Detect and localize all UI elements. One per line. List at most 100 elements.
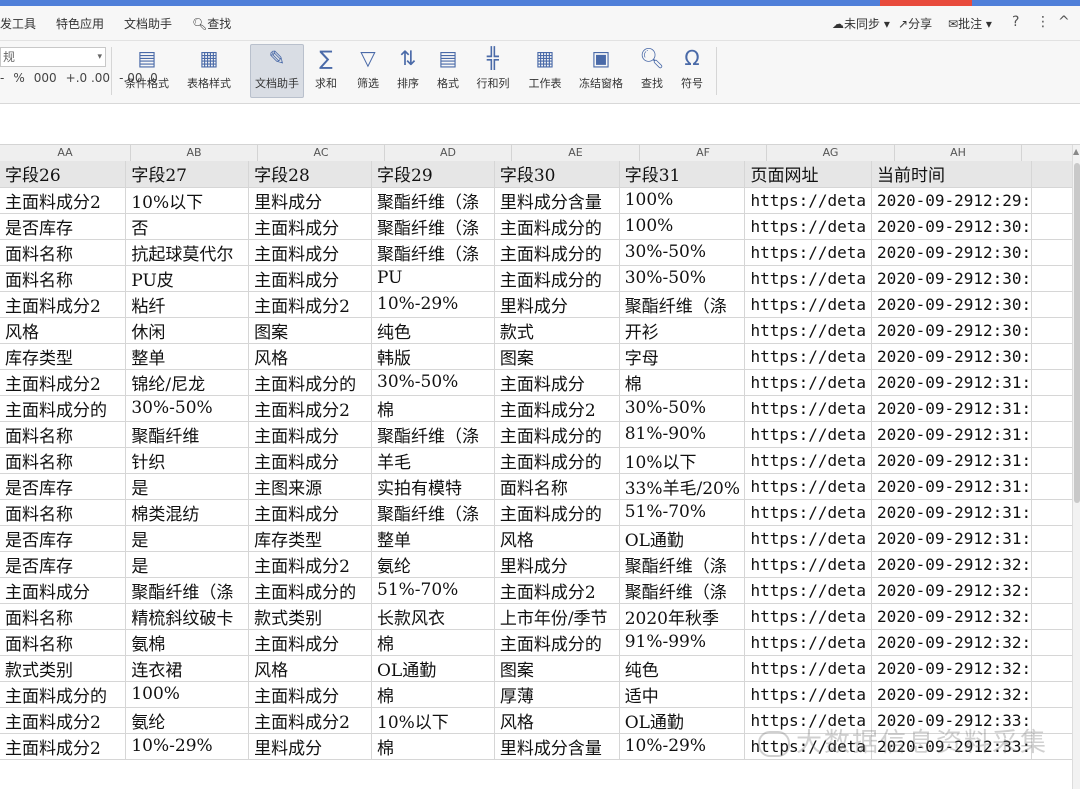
table-cell[interactable]: 2020-09-2912:31: (871, 473, 1033, 500)
find-button[interactable]: 🔍︎ 查找 (634, 45, 670, 91)
table-cell[interactable]: 主面料成分的 (0, 395, 127, 422)
empty-cell[interactable] (1031, 343, 1072, 370)
table-cell[interactable]: 里料成分含量 (494, 733, 620, 760)
table-cell[interactable]: https://deta (744, 525, 873, 552)
table-cell[interactable]: 字母 (619, 343, 746, 370)
table-cell[interactable]: https://deta (744, 499, 873, 526)
table-cell[interactable]: 风格 (494, 525, 620, 552)
table-cell[interactable]: 51%-70% (371, 577, 495, 604)
table-cell[interactable]: 30%-50% (125, 395, 250, 422)
table-cell[interactable]: 2020-09-2912:31: (871, 395, 1033, 422)
table-cell[interactable]: 100% (619, 187, 746, 214)
symbol-button[interactable]: Ω 符号 (674, 45, 710, 91)
column-letter-header[interactable]: AA (0, 145, 131, 161)
conditional-format-button[interactable]: ▤ 条件格式 (118, 45, 176, 91)
empty-cell[interactable] (1031, 369, 1072, 396)
table-cell[interactable]: 33%羊毛/20% (619, 473, 746, 500)
table-cell[interactable]: 2020-09-2912:32: (871, 655, 1033, 682)
table-cell[interactable]: 面料名称 (0, 239, 127, 266)
table-cell[interactable]: 主面料成分2 (0, 187, 127, 214)
table-cell[interactable]: 10%-29% (125, 733, 250, 760)
field-header-cell[interactable]: 当前时间 (871, 161, 1033, 188)
empty-cell[interactable] (1031, 447, 1072, 474)
table-cell[interactable]: 主面料成分 (248, 499, 372, 526)
table-cell[interactable]: 主面料成分的 (494, 499, 620, 526)
table-cell[interactable]: https://deta (744, 291, 873, 318)
table-cell[interactable]: 主面料成分的 (0, 681, 127, 708)
table-cell[interactable]: https://deta (744, 629, 873, 656)
column-letter-header[interactable]: AC (258, 145, 385, 161)
menu-search[interactable]: 🔍︎查找 (192, 15, 231, 32)
column-letter-header[interactable]: AG (767, 145, 895, 161)
table-cell[interactable]: 图案 (248, 317, 372, 344)
table-cell[interactable]: https://deta (744, 395, 873, 422)
currency-dropdown[interactable]: - (0, 71, 4, 85)
table-cell[interactable]: 2020-09-2912:29: (871, 187, 1033, 214)
table-cell[interactable]: 10%-29% (619, 733, 746, 760)
table-cell[interactable]: 锦纶/尼龙 (125, 369, 250, 396)
table-cell[interactable]: https://deta (744, 603, 873, 630)
table-cell[interactable]: 是否库存 (0, 213, 127, 240)
table-cell[interactable]: 聚酯纤维（涤 (619, 291, 746, 318)
table-cell[interactable]: 主图来源 (248, 473, 372, 500)
table-cell[interactable]: 2020-09-2912:30: (871, 343, 1033, 370)
table-cell[interactable]: https://deta (744, 577, 873, 604)
field-header-cell[interactable]: 字段30 (494, 161, 620, 188)
table-cell[interactable]: 2020-09-2912:30: (871, 317, 1033, 344)
table-cell[interactable]: 10%以下 (371, 707, 495, 734)
table-cell[interactable]: 主面料成分 (248, 629, 372, 656)
table-cell[interactable]: 主面料成分 (494, 369, 620, 396)
empty-cell[interactable] (1031, 317, 1072, 344)
menu-item-special-apps[interactable]: 特色应用 (56, 15, 104, 32)
table-cell[interactable]: 主面料成分2 (494, 577, 620, 604)
column-letter-header[interactable]: AB (131, 145, 258, 161)
table-cell[interactable]: 2020-09-2912:31: (871, 525, 1033, 552)
table-cell[interactable]: 30%-50% (619, 239, 746, 266)
sort-button[interactable]: ⇅ 排序 (390, 45, 426, 91)
table-cell[interactable]: 风格 (494, 707, 620, 734)
empty-cell[interactable] (1031, 655, 1072, 682)
comment-button[interactable]: ✉批注 ▾ (948, 15, 992, 32)
column-letter-header[interactable]: AE (512, 145, 640, 161)
table-cell[interactable]: 粘纤 (125, 291, 250, 318)
table-cell[interactable]: 连衣裙 (125, 655, 250, 682)
freeze-panes-button[interactable]: ▣ 冻结窗格 (574, 45, 628, 91)
table-cell[interactable]: https://deta (744, 447, 873, 474)
number-format-select[interactable]: 规 ▾ (0, 47, 106, 67)
table-cell[interactable]: 2020-09-2912:32: (871, 577, 1033, 604)
table-cell[interactable]: PU皮 (125, 265, 250, 292)
table-cell[interactable]: 聚酯纤维（涤 (371, 421, 495, 448)
table-cell[interactable]: 2020-09-2912:31: (871, 421, 1033, 448)
table-cell[interactable]: 2020-09-2912:30: (871, 239, 1033, 266)
sum-button[interactable]: ∑ 求和 (308, 45, 344, 91)
table-cell[interactable]: 聚酯纤维（涤 (371, 239, 495, 266)
table-cell[interactable]: 聚酯纤维（涤 (371, 213, 495, 240)
table-cell[interactable]: 是否库存 (0, 551, 127, 578)
field-header-cell[interactable]: 字段29 (371, 161, 495, 188)
table-cell[interactable]: 91%-99% (619, 629, 746, 656)
table-cell[interactable]: 30%-50% (619, 265, 746, 292)
table-cell[interactable]: 81%-90% (619, 421, 746, 448)
empty-cell[interactable] (1031, 603, 1072, 630)
empty-cell[interactable] (1031, 473, 1072, 500)
table-cell[interactable]: OL通勤 (619, 707, 746, 734)
filter-button[interactable]: ▽ 筛选 (350, 45, 386, 91)
table-cell[interactable]: PU (371, 265, 495, 292)
table-cell[interactable]: 2020-09-2912:31: (871, 447, 1033, 474)
table-cell[interactable]: 厚薄 (494, 681, 620, 708)
table-cell[interactable]: 聚酯纤维（涤 (619, 551, 746, 578)
table-cell[interactable]: 风格 (248, 655, 372, 682)
table-cell[interactable]: 主面料成分的 (494, 265, 620, 292)
empty-cell[interactable] (1031, 681, 1072, 708)
table-cell[interactable]: 棉 (371, 629, 495, 656)
column-letter-header[interactable]: AD (385, 145, 512, 161)
table-cell[interactable]: 针织 (125, 447, 250, 474)
rows-columns-button[interactable]: ╬ 行和列 (470, 45, 516, 91)
table-cell[interactable]: 棉 (371, 395, 495, 422)
table-cell[interactable]: 30%-50% (619, 395, 746, 422)
table-cell[interactable]: 棉 (619, 369, 746, 396)
table-cell[interactable]: OL通勤 (371, 655, 495, 682)
table-cell[interactable]: 主面料成分 (0, 577, 127, 604)
table-cell[interactable]: 2020-09-2912:31: (871, 499, 1033, 526)
table-cell[interactable]: 2020-09-2912:32: (871, 681, 1033, 708)
